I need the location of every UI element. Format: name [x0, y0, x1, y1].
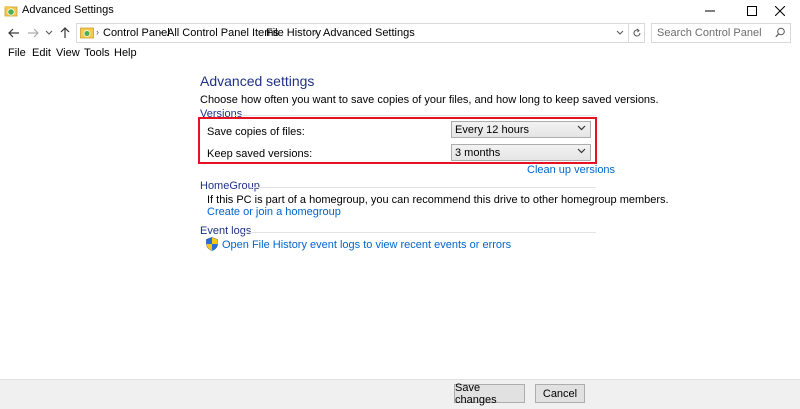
cancel-button[interactable]: Cancel: [535, 384, 585, 403]
breadcrumb-file-history[interactable]: File History: [266, 27, 321, 39]
save-copies-label: Save copies of files:: [207, 126, 305, 138]
page-title: Advanced settings: [200, 73, 315, 89]
homegroup-divider: [250, 187, 596, 188]
search-icon: [775, 27, 785, 38]
footer-bar: [0, 379, 800, 409]
search-input[interactable]: Search Control Panel: [651, 23, 791, 43]
breadcrumb-separator: ›: [257, 27, 260, 37]
minimize-button[interactable]: [688, 0, 732, 22]
breadcrumb-separator: ›: [159, 27, 162, 37]
forward-button[interactable]: [25, 24, 41, 42]
up-button[interactable]: [57, 24, 73, 42]
versions-divider: [234, 115, 596, 116]
breadcrumb-separator: ›: [314, 27, 317, 37]
eventlogs-group-label: Event logs: [200, 225, 252, 237]
menu-view[interactable]: View: [56, 47, 80, 59]
page-description: Choose how often you want to save copies…: [200, 94, 659, 106]
chevron-down-icon: [45, 30, 53, 35]
event-logs-link[interactable]: Open File History event logs to view rec…: [222, 239, 511, 251]
recent-locations-button[interactable]: [41, 24, 57, 42]
menu-file[interactable]: File: [8, 47, 26, 59]
close-icon: [775, 6, 785, 16]
main-content: [0, 62, 800, 379]
menu-edit[interactable]: Edit: [32, 47, 51, 59]
chevron-down-icon: [577, 146, 586, 156]
homegroup-text: If this PC is part of a homegroup, you c…: [207, 194, 669, 206]
menu-tools[interactable]: Tools: [84, 47, 110, 59]
save-copies-value: Every 12 hours: [455, 124, 529, 136]
create-join-homegroup-link[interactable]: Create or join a homegroup: [207, 206, 341, 218]
breadcrumb-all-items[interactable]: All Control Panel Items: [167, 27, 279, 39]
arrow-right-icon: [28, 28, 39, 38]
refresh-icon: [633, 28, 640, 37]
window-title: Advanced Settings: [22, 4, 114, 16]
clean-up-versions-link[interactable]: Clean up versions: [527, 164, 615, 176]
control-panel-icon: [80, 27, 94, 39]
minimize-icon: [705, 10, 715, 12]
refresh-button[interactable]: [629, 23, 645, 43]
breadcrumb-advanced-settings[interactable]: Advanced Settings: [323, 27, 415, 39]
keep-versions-value: 3 months: [455, 147, 501, 159]
back-button[interactable]: [6, 24, 22, 42]
homegroup-group-label: HomeGroup: [200, 180, 260, 192]
uac-shield-icon: [206, 237, 218, 251]
keep-versions-dropdown[interactable]: 3 months: [451, 144, 591, 161]
breadcrumb-separator: ›: [96, 27, 99, 37]
arrow-up-icon: [60, 27, 70, 38]
save-changes-button[interactable]: Save changes: [454, 382, 525, 406]
search-placeholder: Search Control Panel: [657, 27, 762, 39]
chevron-down-icon: [616, 30, 624, 35]
keep-versions-label: Keep saved versions:: [207, 148, 313, 160]
eventlogs-divider: [242, 232, 596, 233]
title-bar: Advanced Settings: [0, 0, 800, 22]
arrow-left-icon: [8, 28, 19, 38]
close-button[interactable]: [760, 0, 800, 22]
menu-help[interactable]: Help: [114, 47, 137, 59]
maximize-icon: [747, 6, 757, 16]
address-dropdown-button[interactable]: [612, 23, 628, 43]
file-history-icon: [4, 6, 18, 17]
chevron-down-icon: [577, 123, 586, 133]
menu-bar: File Edit View Tools Help: [0, 44, 800, 62]
save-copies-dropdown[interactable]: Every 12 hours: [451, 121, 591, 138]
